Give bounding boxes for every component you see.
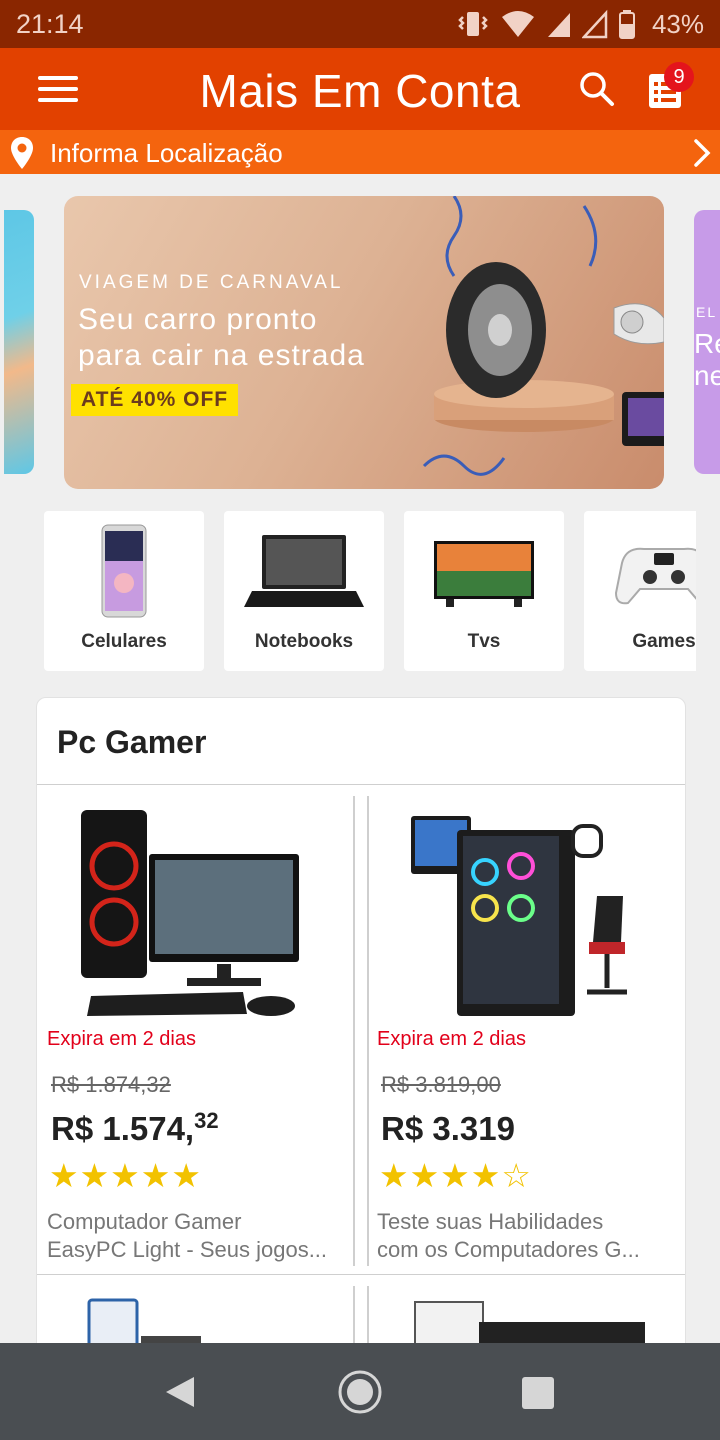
banner-next-peek[interactable]: EL Re ne — [694, 210, 720, 474]
smartphone-icon — [101, 524, 147, 618]
location-pin-icon — [11, 137, 33, 169]
banner-next-line-2: ne — [694, 360, 720, 391]
vibrate-icon — [458, 12, 488, 36]
category-label: Notebooks — [254, 631, 354, 652]
home-icon[interactable] — [337, 1369, 383, 1415]
laptop-icon — [244, 535, 364, 607]
category-label: Celulares — [81, 631, 167, 652]
banner-kicker: VIAGEM DE CARNAVAL — [79, 272, 344, 293]
battery-icon — [618, 10, 635, 39]
promo-banner[interactable]: VIAGEM DE CARNAVAL Seu carro pronto para… — [64, 196, 664, 489]
product-description: Teste suas Habilidades com os Computador… — [377, 1208, 667, 1264]
divider — [353, 796, 355, 1266]
desc-line: EasyPC Light - Seus jogos... — [47, 1237, 328, 1262]
status-time: 21:14 — [16, 8, 84, 39]
star-rating: ★★★★★ — [49, 1156, 202, 1195]
back-icon[interactable] — [164, 1375, 196, 1409]
expiry-label: Expira em 2 dias — [377, 1028, 526, 1050]
desc-line: com os Computadores G... — [377, 1237, 640, 1262]
divider — [37, 1274, 685, 1275]
banner-next-headline: Re ne — [694, 328, 720, 392]
battery-percent: 43% — [651, 8, 704, 39]
category-label: Tvs — [467, 631, 501, 652]
status-bar: 21:14 43% — [0, 0, 720, 48]
price-main: R$ 1.574, — [51, 1110, 195, 1147]
expiry-label: Expira em 2 dias — [47, 1028, 196, 1050]
star-rating: ★★★★☆ — [379, 1156, 532, 1195]
desc-line: Computador Gamer — [47, 1209, 242, 1234]
category-tvs[interactable]: Tvs — [404, 511, 564, 671]
chevron-right-icon — [694, 139, 711, 167]
stars-filled: ★★★★ — [379, 1157, 502, 1194]
banner-headline: Seu carro pronto para cair na estrada — [78, 302, 418, 374]
product-image — [81, 810, 299, 1016]
product-card[interactable]: Expira em 2 dias R$ 3.819,00 R$ 3.319 ★★… — [367, 796, 667, 1272]
search-icon[interactable] — [578, 70, 616, 108]
location-bar[interactable]: Informa Localização — [0, 130, 720, 174]
category-label: Games — [632, 631, 696, 652]
price-cents: 32 — [194, 1108, 219, 1133]
divider — [37, 784, 685, 785]
price-main: R$ 3.319 — [381, 1110, 515, 1147]
banner-previous-peek[interactable] — [4, 210, 34, 474]
category-notebooks[interactable]: Notebooks — [224, 511, 384, 671]
product-image — [411, 816, 627, 1016]
cart-count-badge: 9 — [664, 62, 694, 92]
banner-offer-tag: ATÉ 40% OFF — [71, 384, 239, 416]
banner-headline-line-1: Seu carro pronto — [78, 303, 318, 336]
old-price: R$ 3.819,00 — [381, 1072, 501, 1097]
product-description: Computador Gamer EasyPC Light - Seus jog… — [47, 1208, 337, 1264]
current-price: R$ 1.574,32 — [51, 1108, 219, 1148]
signal-icon — [547, 13, 570, 37]
status-icons: 43% — [456, 9, 704, 40]
current-price: R$ 3.319 — [381, 1108, 515, 1148]
section-pc-gamer: Pc Gamer Expira em 2 dias R$ 1.874,32 R$… — [36, 697, 686, 1357]
desc-line: Teste suas Habilidades — [377, 1209, 604, 1234]
category-celulares[interactable]: Celulares — [44, 511, 204, 671]
wifi-icon — [501, 11, 534, 37]
recent-apps-icon[interactable] — [522, 1377, 554, 1409]
system-nav-bar — [0, 1343, 720, 1440]
app-bar: Mais Em Conta 9 — [0, 48, 720, 130]
banner-headline-line-2: para cair na estrada — [78, 339, 365, 372]
stars-filled: ★★★★★ — [49, 1157, 202, 1194]
banner-next-kicker: EL — [696, 304, 718, 320]
tv-icon — [434, 541, 534, 607]
product-card[interactable]: Expira em 2 dias R$ 1.874,32 R$ 1.574,32… — [37, 796, 337, 1272]
signal-empty-icon — [581, 9, 608, 39]
banner-next-line-1: Re — [694, 328, 720, 359]
gamepad-icon — [614, 547, 696, 605]
category-games[interactable]: Games — [584, 511, 696, 671]
section-title: Pc Gamer — [57, 724, 207, 760]
car-parts-illustration — [422, 196, 664, 476]
category-strip: Celulares Notebooks Tvs Games — [44, 511, 696, 671]
old-price: R$ 1.874,32 — [51, 1072, 171, 1097]
stars-empty: ☆ — [501, 1157, 532, 1194]
location-label: Informa Localização — [50, 138, 283, 168]
